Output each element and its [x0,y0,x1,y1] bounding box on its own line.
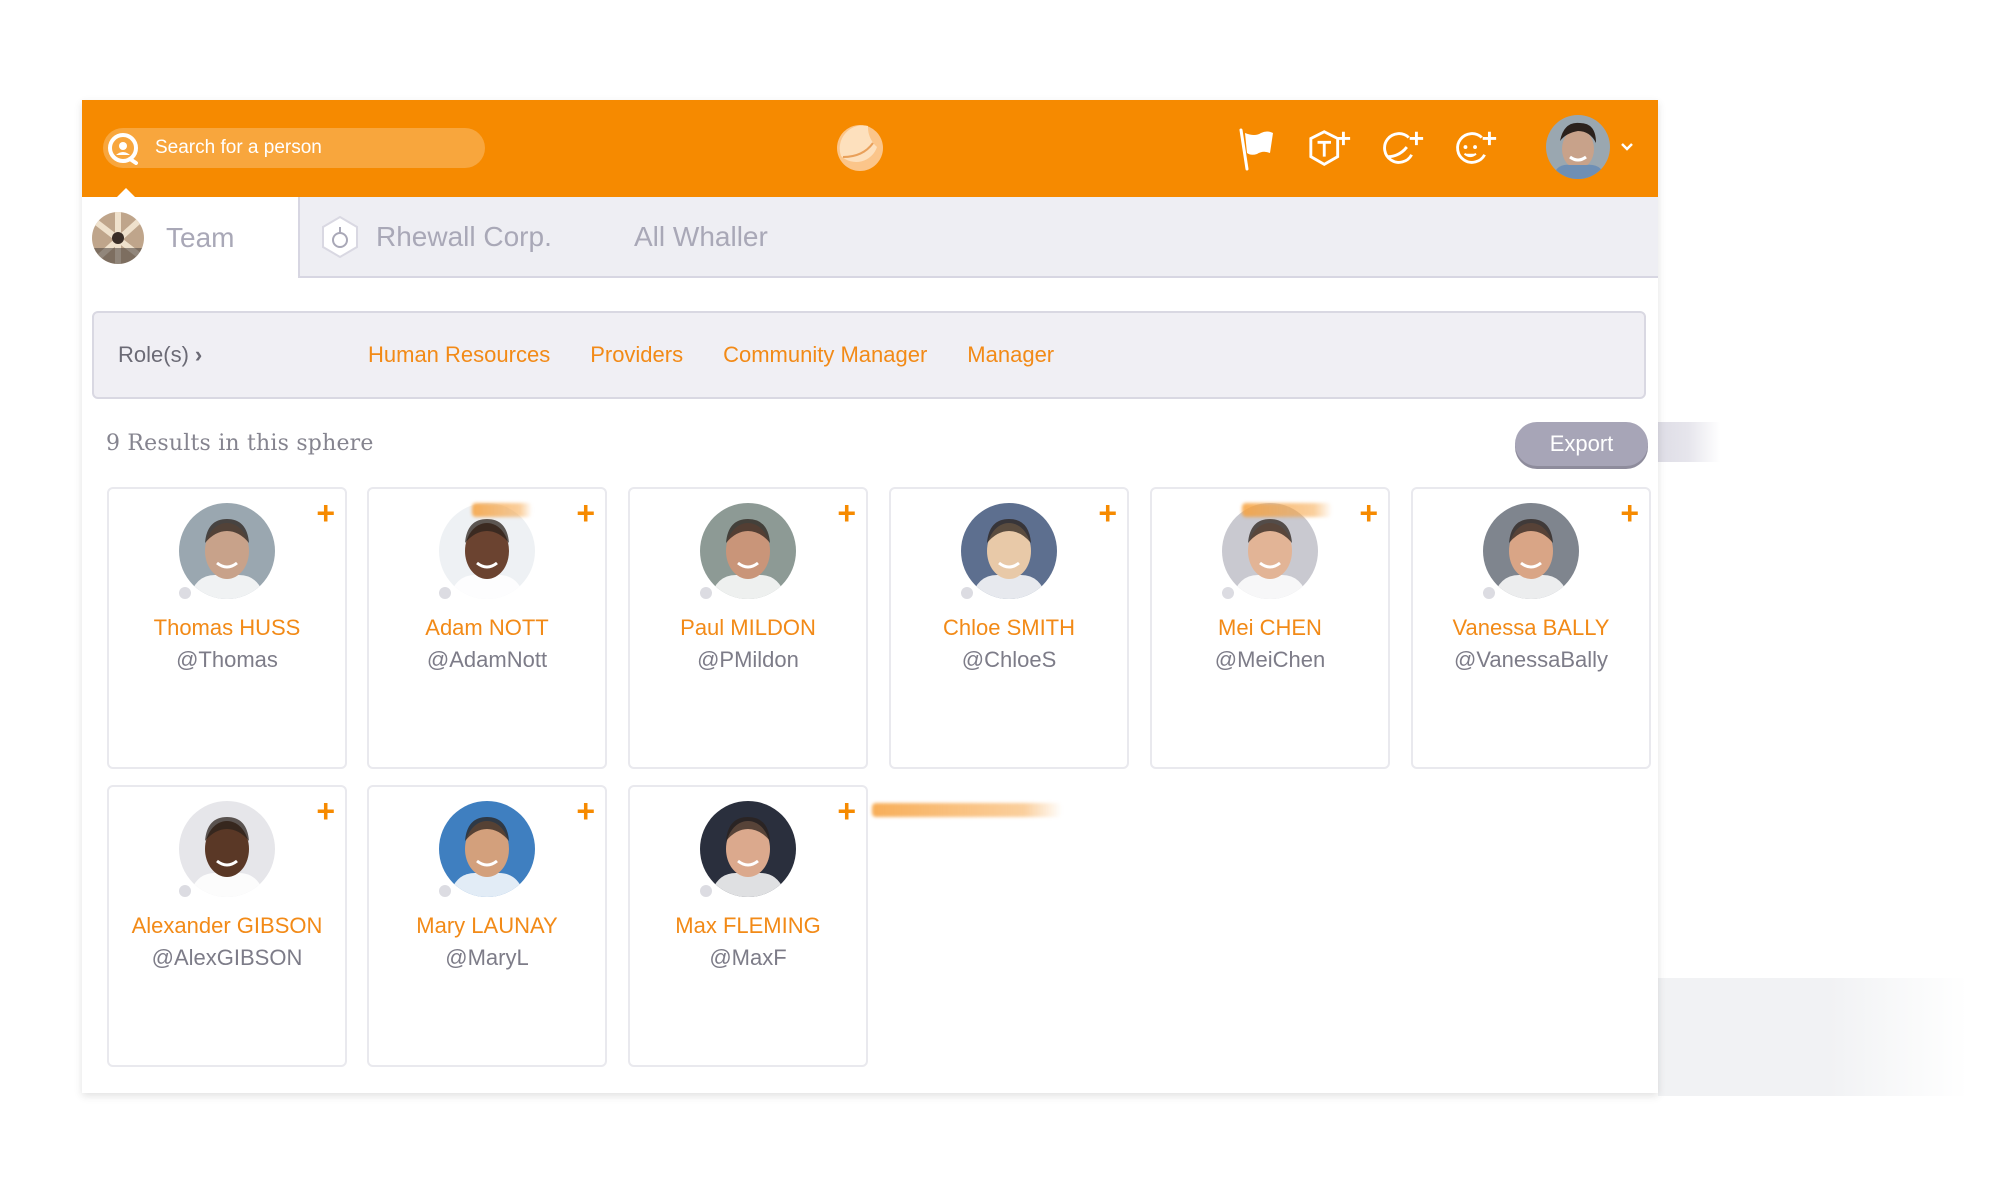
people-directory-panel: Team Rhewall Corp. All Whaller Role(s) ›… [82,100,1658,1093]
person-name[interactable]: Max FLEMING [630,913,866,939]
at-search-icon [103,128,143,168]
tab-all-whaller[interactable]: All Whaller [634,197,768,276]
results-count: 9 Results in this sphere [106,431,374,456]
presence-status-dot [439,885,451,897]
tab-divider [298,197,300,278]
person-name[interactable]: Alexander GIBSON [109,913,345,939]
presence-status-dot [1222,587,1234,599]
search-input[interactable] [155,137,455,159]
person-card[interactable]: + Vanessa BALLY @VanessaBally [1411,487,1651,769]
person-name[interactable]: Vanessa BALLY [1413,615,1649,641]
tab-rhewall-corp[interactable]: Rhewall Corp. [320,197,552,276]
motion-blur-decoration [1242,503,1332,517]
roles-label: Role(s) [118,342,189,367]
person-handle: @AlexGIBSON [151,945,303,970]
tab-team[interactable]: Team [82,197,298,278]
add-channel-icon[interactable] [1380,126,1426,172]
roles-filter-bar: Role(s) › Human Resources Providers Comm… [92,311,1646,399]
app-logo-icon[interactable] [835,123,885,173]
add-person-button[interactable]: + [1620,497,1639,529]
presence-status-dot [179,885,191,897]
chevron-down-icon[interactable] [1619,138,1635,154]
person-handle: @ChloeS [961,647,1057,672]
person-avatar[interactable] [179,801,275,897]
role-filter-manager[interactable]: Manager [967,342,1054,368]
person-card[interactable]: + Adam NOTT @AdamNott [367,487,607,769]
motion-blur-decoration [872,803,1062,817]
add-person-button[interactable]: + [316,497,335,529]
tab-label: All Whaller [634,220,768,252]
flag-icon[interactable] [1234,126,1280,172]
roles-toggle[interactable]: Role(s) › [118,342,368,368]
motion-blur-decoration [472,503,532,517]
person-card[interactable]: + Chloe SMITH @ChloeS [889,487,1129,769]
person-handle: @MaryL [445,945,529,970]
person-avatar[interactable] [179,503,275,599]
add-person-button[interactable]: + [576,795,595,827]
person-handle: @PMildon [697,647,799,672]
person-name[interactable]: Adam NOTT [369,615,605,641]
presence-status-dot [700,885,712,897]
person-name[interactable]: Mei CHEN [1152,615,1388,641]
presence-status-dot [179,587,191,599]
person-handle: @MeiChen [1214,647,1326,672]
person-name[interactable]: Chloe SMITH [891,615,1127,641]
person-avatar[interactable] [1483,503,1579,599]
person-card[interactable]: + Thomas HUSS @Thomas [107,487,347,769]
add-person-button[interactable]: + [837,497,856,529]
company-hexagon-icon [320,215,360,259]
role-filter-providers[interactable]: Providers [590,342,683,368]
presence-status-dot [700,587,712,599]
sphere-tabs: Team Rhewall Corp. All Whaller [82,197,1658,278]
person-card[interactable]: + Mei CHEN @MeiChen [1150,487,1390,769]
person-card[interactable]: + Mary LAUNAY @MaryL [367,785,607,1067]
person-avatar[interactable] [439,801,535,897]
person-name[interactable]: Paul MILDON [630,615,866,641]
person-card[interactable]: + Paul MILDON @PMildon [628,487,868,769]
presence-status-dot [439,587,451,599]
add-sphere-icon[interactable] [1307,126,1353,172]
add-contact-icon[interactable] [1453,126,1499,172]
presence-status-dot [1483,587,1495,599]
person-handle: @MaxF [709,945,787,970]
person-name[interactable]: Thomas HUSS [109,615,345,641]
chevron-right-icon: › [194,342,203,367]
person-name[interactable]: Mary LAUNAY [369,913,605,939]
team-avatar [92,211,144,264]
role-filter-human-resources[interactable]: Human Resources [368,342,550,368]
add-person-button[interactable]: + [316,795,335,827]
person-handle: @Thomas [176,647,278,672]
add-person-button[interactable]: + [576,497,595,529]
user-avatar[interactable] [1546,115,1610,179]
person-card[interactable]: + Alexander GIBSON @AlexGIBSON [107,785,347,1067]
person-avatar[interactable] [961,503,1057,599]
presence-status-dot [961,587,973,599]
person-handle: @AdamNott [426,647,548,672]
person-handle: @VanessaBally [1454,647,1608,672]
person-avatar[interactable] [1222,503,1318,599]
add-person-button[interactable]: + [837,795,856,827]
person-card[interactable]: + Max FLEMING @MaxF [628,785,868,1067]
background-decoration [1658,978,1968,1096]
person-avatar[interactable] [700,503,796,599]
tab-label: Team [166,221,235,253]
add-person-button[interactable]: + [1098,497,1117,529]
role-filter-community-manager[interactable]: Community Manager [723,342,927,368]
top-header [82,100,1658,198]
export-button[interactable]: Export [1515,422,1648,466]
person-search[interactable] [103,128,485,168]
person-avatar[interactable] [439,503,535,599]
tab-label: Rhewall Corp. [376,220,552,252]
person-avatar[interactable] [700,801,796,897]
add-person-button[interactable]: + [1359,497,1378,529]
